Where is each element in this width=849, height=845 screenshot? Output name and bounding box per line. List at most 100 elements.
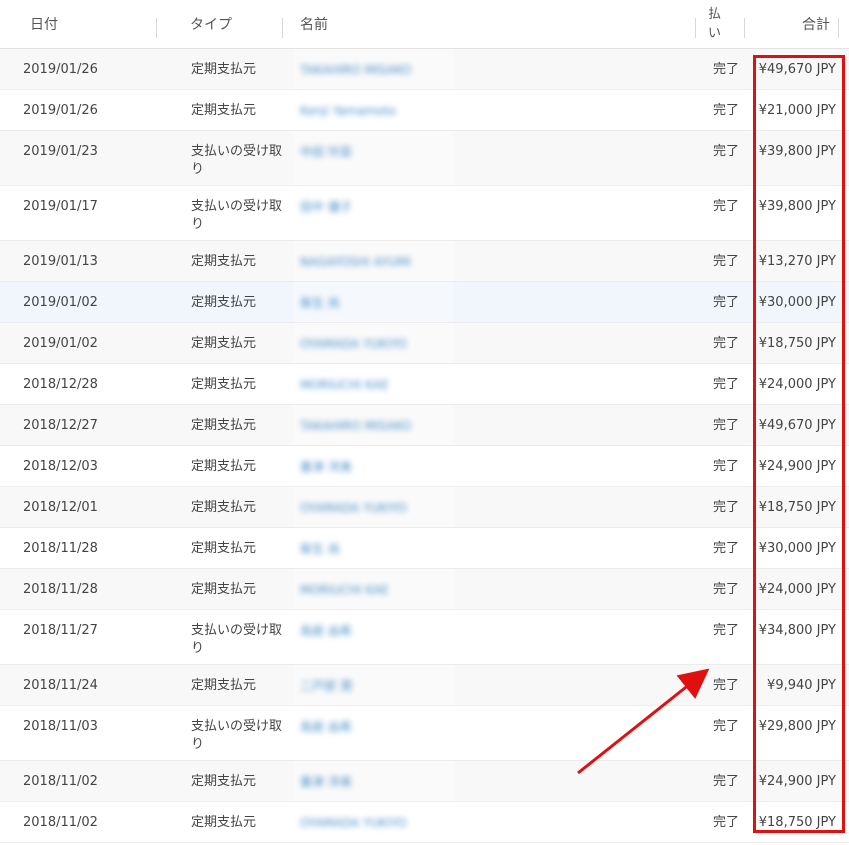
row-total: ¥18,750 JPY xyxy=(758,336,836,351)
column-header-payment[interactable]: 払 い xyxy=(708,0,744,48)
row-name-link[interactable]: 鳥居 由希 xyxy=(300,718,450,736)
row-type: 定期支払元 xyxy=(191,102,286,120)
row-type: 支払いの受け取り xyxy=(191,622,286,658)
table-row[interactable]: 2019/01/02 定期支払元 OYAMADA YUKIYO 完了 ¥18,750 J… xyxy=(0,323,849,364)
row-name-link[interactable]: NAGAYOSHI AYUMI xyxy=(300,253,450,271)
row-total: ¥49,670 JPY xyxy=(758,418,836,433)
row-name-link[interactable]: MORIUCHI KAE xyxy=(300,581,450,599)
row-type-line2: り xyxy=(191,162,205,177)
row-name-link[interactable]: MORIUCHI KAE xyxy=(300,376,450,394)
row-status: 完了 xyxy=(713,144,740,159)
row-type-line1: 支払いの受け取 xyxy=(191,719,283,734)
row-date: 2019/01/13 xyxy=(23,254,98,269)
row-status: 完了 xyxy=(713,541,740,556)
column-header-payment-label-line2: い xyxy=(708,26,722,41)
table-row[interactable]: 2018/12/01 定期支払元 OYAMADA YUKIYO 完了 ¥18,750 J… xyxy=(0,487,849,528)
row-status: 完了 xyxy=(713,254,740,269)
row-date: 2019/01/26 xyxy=(23,62,98,77)
column-header-type[interactable]: タイプ xyxy=(190,0,280,48)
table-row[interactable]: 2019/01/26 定期支払元 TAKAHIRO MISAKO 完了 ¥49,670 … xyxy=(0,49,849,90)
row-status: 完了 xyxy=(713,418,740,433)
row-status: 完了 xyxy=(713,336,740,351)
table-header: 日付 タイプ 名前 払 い 合計 xyxy=(0,0,849,49)
row-total: ¥39,800 JPY xyxy=(758,144,836,159)
row-total: ¥18,750 JPY xyxy=(758,815,836,830)
row-status: 完了 xyxy=(713,103,740,118)
table-row[interactable]: 2018/11/27 支払いの受け取り鳥居 由希 完了 ¥34,800 JPY xyxy=(0,610,849,665)
row-name-link[interactable]: Kenji Yamamoto xyxy=(300,102,450,120)
column-header-date[interactable]: 日付 xyxy=(30,0,150,48)
table-row[interactable]: 2018/12/28 定期支払元 MORIUCHI KAE 完了 ¥24,000 JPY xyxy=(0,364,849,405)
table-row[interactable]: 2018/11/28 定期支払元 柴生 尚 完了 ¥30,000 JPY xyxy=(0,528,849,569)
table-row[interactable]: 2019/01/17 支払いの受け取り田中 優子 完了 ¥39,800 JPY xyxy=(0,186,849,241)
row-date: 2018/12/01 xyxy=(23,500,98,515)
row-name-link[interactable]: 重津 洋美 xyxy=(300,458,450,476)
row-type-line1: 定期支払元 xyxy=(191,541,257,556)
row-type: 定期支払元 xyxy=(191,294,286,312)
row-name-link[interactable]: OYAMADA YUKIYO xyxy=(300,814,450,832)
transactions-table: 日付 タイプ 名前 払 い 合計 2019/01/26 定期支払元 TAKAHIRO… xyxy=(0,0,849,845)
table-body: 2019/01/26 定期支払元 TAKAHIRO MISAKO 完了 ¥49,670 … xyxy=(0,49,849,843)
row-name-link[interactable]: 二戸部 潤 xyxy=(300,677,450,695)
table-row[interactable]: 2018/12/03 定期支払元 重津 洋美 完了 ¥24,900 JPY xyxy=(0,446,849,487)
row-type-line1: 定期支払元 xyxy=(191,336,257,351)
row-name-link[interactable]: OYAMADA YUKIYO xyxy=(300,335,450,353)
row-type-line2: り xyxy=(191,737,205,752)
table-row[interactable]: 2019/01/13 定期支払元 NAGAYOSHI AYUMI 完了 ¥13,270 … xyxy=(0,241,849,282)
row-date: 2018/11/02 xyxy=(23,774,98,789)
row-name-link[interactable]: OYAMADA YUKIYO xyxy=(300,499,450,517)
table-row[interactable]: 2019/01/26 定期支払元 Kenji Yamamoto 完了 ¥21,000 J… xyxy=(0,90,849,131)
row-date: 2018/11/02 xyxy=(23,815,98,830)
column-divider xyxy=(744,18,745,38)
row-name-link[interactable]: 柴生 尚 xyxy=(300,540,450,558)
table-row[interactable]: 2019/01/02 定期支払元 柴生 尚 完了 ¥30,000 JPY xyxy=(0,282,849,323)
table-row[interactable]: 2018/12/27 定期支払元 TAKAHIRO MISAKO 完了 ¥49,670 … xyxy=(0,405,849,446)
row-type: 定期支払元 xyxy=(191,814,286,832)
row-name-link[interactable]: 中田 玲菜 xyxy=(300,143,450,161)
row-status: 完了 xyxy=(713,500,740,515)
row-total: ¥21,000 JPY xyxy=(758,103,836,118)
row-total: ¥24,000 JPY xyxy=(758,377,836,392)
row-status: 完了 xyxy=(713,623,740,638)
row-type-line1: 定期支払元 xyxy=(191,774,257,789)
row-total: ¥24,000 JPY xyxy=(758,582,836,597)
column-header-type-label: タイプ xyxy=(190,17,232,33)
row-total: ¥18,750 JPY xyxy=(758,500,836,515)
row-name-link[interactable]: 田中 優子 xyxy=(300,198,450,216)
row-name-link[interactable]: 重津 洋美 xyxy=(300,773,450,791)
row-status: 完了 xyxy=(713,678,740,693)
row-type-line1: 定期支払元 xyxy=(191,459,257,474)
table-row[interactable]: 2019/01/23 支払いの受け取り中田 玲菜 完了 ¥39,800 JPY xyxy=(0,131,849,186)
row-total: ¥13,270 JPY xyxy=(758,254,836,269)
table-row[interactable]: 2018/11/02 定期支払元 OYAMADA YUKIYO 完了 ¥18,750 J… xyxy=(0,802,849,843)
row-date: 2019/01/02 xyxy=(23,295,98,310)
row-type: 定期支払元 xyxy=(191,499,286,517)
column-header-total[interactable]: 合計 xyxy=(760,0,830,48)
row-date: 2018/12/28 xyxy=(23,377,98,392)
row-type: 支払いの受け取り xyxy=(191,198,286,234)
row-type-line1: 定期支払元 xyxy=(191,295,257,310)
column-divider xyxy=(156,18,157,38)
table-row[interactable]: 2018/11/28 定期支払元 MORIUCHI KAE 完了 ¥24,000 JPY xyxy=(0,569,849,610)
row-type-line1: 定期支払元 xyxy=(191,377,257,392)
row-type: 定期支払元 xyxy=(191,677,286,695)
row-status: 完了 xyxy=(713,815,740,830)
column-header-name-label: 名前 xyxy=(300,17,328,33)
row-total: ¥30,000 JPY xyxy=(758,295,836,310)
row-name-link[interactable]: 鳥居 由希 xyxy=(300,622,450,640)
row-type: 定期支払元 xyxy=(191,458,286,476)
row-date: 2019/01/17 xyxy=(23,199,98,214)
table-row[interactable]: 2018/11/24 定期支払元 二戸部 潤 完了 ¥9,940 JPY xyxy=(0,665,849,706)
row-name-link[interactable]: TAKAHIRO MISAKO xyxy=(300,417,450,435)
table-row[interactable]: 2018/11/02 定期支払元 重津 洋美 完了 ¥24,900 JPY xyxy=(0,761,849,802)
row-date: 2018/11/03 xyxy=(23,719,98,734)
row-status: 完了 xyxy=(713,199,740,214)
table-row[interactable]: 2018/11/03 支払いの受け取り鳥居 由希 完了 ¥29,800 JPY xyxy=(0,706,849,761)
row-date: 2018/11/28 xyxy=(23,582,98,597)
column-header-name[interactable]: 名前 xyxy=(300,0,500,48)
row-type: 定期支払元 xyxy=(191,773,286,791)
row-type-line1: 支払いの受け取 xyxy=(191,623,283,638)
row-name-link[interactable]: TAKAHIRO MISAKO xyxy=(300,61,450,79)
row-name-link[interactable]: 柴生 尚 xyxy=(300,294,450,312)
row-total: ¥49,670 JPY xyxy=(758,62,836,77)
